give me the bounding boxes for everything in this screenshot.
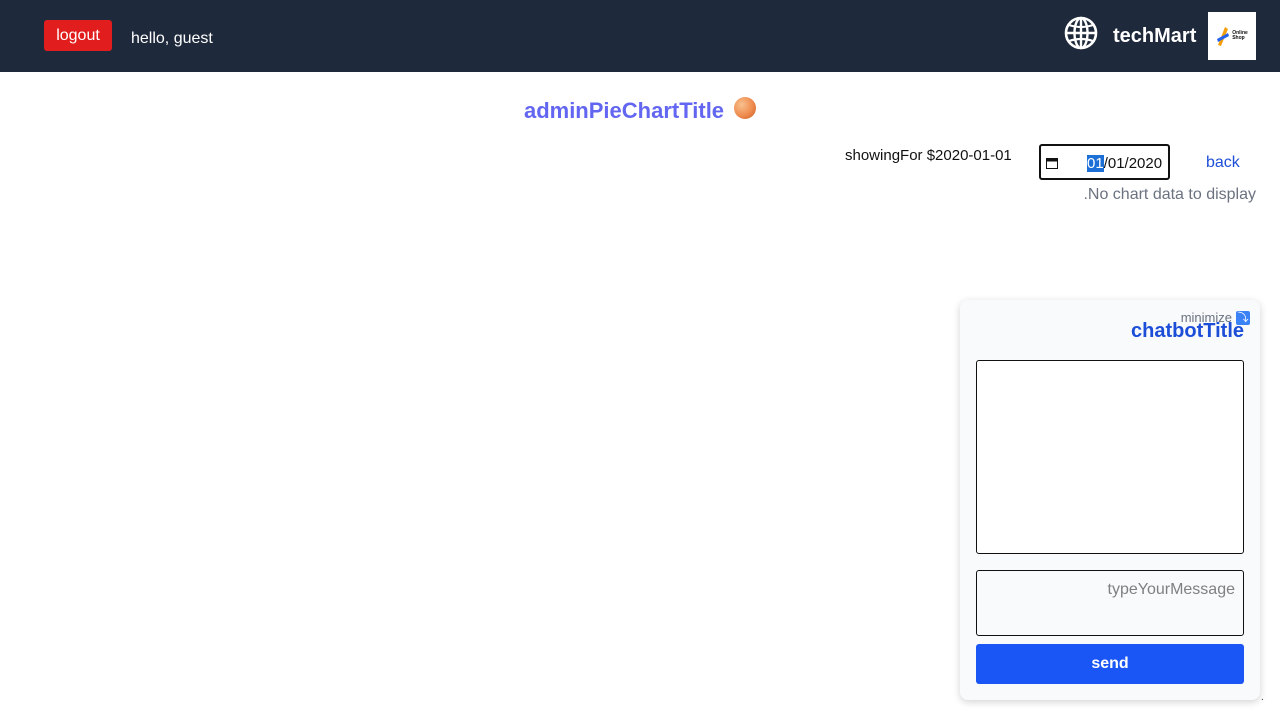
showing-for-label: showingFor $2020-01-01 [845,147,1012,164]
date-rest: /01/2020 [1103,155,1163,172]
logo-mark-icon [1217,27,1230,46]
message-input[interactable] [976,570,1244,636]
calendar-icon[interactable] [1046,156,1058,169]
date-day-segment[interactable]: 01 [1087,155,1104,172]
globe-icon[interactable] [1063,15,1099,51]
brand-name[interactable]: techMart [1113,25,1196,48]
corner-dot: . [1261,692,1264,703]
logo-text: Online Shop [1232,30,1248,41]
back-link[interactable]: back [1206,154,1240,172]
shop-logo[interactable]: Online Shop [1208,12,1256,60]
chatbot-title: chatbotTitle [1131,320,1244,342]
chatbot-panel: minimize ⤵ chatbotTitle send [960,300,1260,700]
page-title-text: adminPieChartTitle [523,98,725,123]
chat-messages-area [976,360,1244,554]
date-value[interactable]: 01/01/2020 [1087,155,1162,172]
logout-button[interactable]: logout [44,20,112,51]
date-input[interactable]: 01/01/2020 [1039,144,1170,180]
send-button[interactable]: send [976,644,1244,684]
ball-icon [734,97,757,119]
no-chart-data-message: .No chart data to display [1083,186,1256,203]
user-greeting: hello, guest [131,30,213,47]
top-navbar: logout hello, guest techMart Online Shop [0,0,1280,72]
page-title: adminPieChartTitle [0,97,1280,124]
